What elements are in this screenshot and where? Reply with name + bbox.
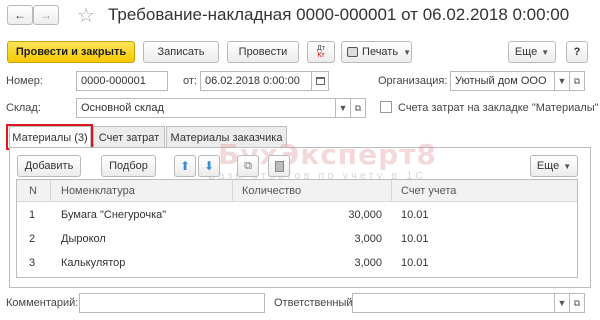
organization-open-button[interactable]: ⧉ [570,71,585,91]
table-row[interactable]: 1 Бумага "Снегурочка" 30,000 10.01 [17,203,577,227]
comment-field[interactable] [79,293,265,313]
cell-quantity: 3,000 [354,233,382,245]
cell-account: 10.01 [401,209,429,221]
dt-kt-icon: Дт Кт [317,45,325,59]
column-header-n[interactable]: N [29,180,37,202]
arrow-left-icon: ← [14,8,26,22]
responsible-label: Ответственный: [274,297,356,309]
chevron-down-icon: ▼ [557,76,567,86]
column-separator [232,180,233,202]
column-separator [50,180,51,202]
forward-button[interactable]: → [33,5,59,25]
responsible-dropdown-button[interactable]: ▼ [555,293,570,313]
column-header-item[interactable]: Номенклатура [61,180,135,202]
favorite-star-icon[interactable]: ☆ [77,3,95,28]
comment-label: Комментарий: [6,297,79,309]
open-icon: ⧉ [573,75,581,86]
cell-item: Калькулятор [61,257,126,269]
warehouse-label: Склад: [6,102,41,114]
table-more-label: Еще [536,160,560,172]
table-header: N Номенклатура Количество Счет учета [17,180,577,202]
cell-account: 10.01 [401,257,429,269]
save-button[interactable]: Записать [143,41,219,63]
open-icon: ⧉ [573,297,581,308]
organization-label: Организация: [378,75,448,87]
column-separator [391,180,392,202]
chevron-down-icon: ▼ [403,47,411,57]
select-button[interactable]: Подбор [101,155,156,177]
more-label: Еще [514,46,538,58]
cell-quantity: 30,000 [348,209,382,221]
chevron-down-icon: ▼ [541,47,550,57]
warehouse-open-button[interactable]: ⧉ [351,98,366,118]
print-button[interactable]: Печать ▼ [341,41,412,63]
organization-dropdown-button[interactable]: ▼ [555,71,570,91]
organization-field[interactable]: Уютный дом ООО [450,71,555,91]
cell-n: 2 [29,233,36,245]
clipboard-icon [274,160,284,172]
cell-quantity: 3,000 [354,257,382,269]
arrow-down-icon: ⬇ [203,159,215,173]
number-field[interactable]: 0000-000001 [76,71,168,91]
warehouse-field[interactable]: Основной склад [76,98,336,118]
post-button[interactable]: Провести [227,41,299,63]
chevron-down-icon: ▼ [338,103,348,113]
move-down-button[interactable]: ⬇ [198,155,220,177]
calendar-button[interactable] [312,71,329,91]
arrow-up-icon: ⬆ [179,159,191,173]
responsible-open-button[interactable]: ⧉ [570,293,585,313]
arrow-right-icon: → [40,8,52,22]
help-button[interactable]: ? [566,41,588,63]
chevron-down-icon: ▼ [557,298,567,308]
back-button[interactable]: ← [7,5,33,25]
accounts-checkbox-label: Счета затрат на закладке "Материалы" [398,102,599,114]
table-row[interactable]: 3 Калькулятор 3,000 10.01 [17,251,577,275]
cell-account: 10.01 [401,233,429,245]
printer-icon [347,47,359,57]
move-up-button[interactable]: ⬆ [174,155,196,177]
column-header-quantity[interactable]: Количество [242,180,301,202]
table-more-button[interactable]: Еще ▼ [530,155,578,177]
dt-kt-button[interactable]: Дт Кт [307,41,335,63]
date-field[interactable]: 06.02.2018 0:00:00 [200,71,312,91]
table-row[interactable]: 2 Дырокол 3,000 10.01 [17,227,577,251]
paste-row-button[interactable] [268,155,290,177]
materials-table[interactable]: N Номенклатура Количество Счет учета 1 Б… [16,179,578,278]
warehouse-dropdown-button[interactable]: ▼ [336,98,351,118]
page-title: Требование-накладная 0000-000001 от 06.0… [108,5,570,24]
cell-n: 3 [29,257,36,269]
print-label: Печать [362,46,399,58]
column-header-account[interactable]: Счет учета [401,180,456,202]
cell-item: Бумага "Снегурочка" [61,209,167,221]
tab-cost-account[interactable]: Счет затрат [93,126,165,148]
post-and-close-button[interactable]: Провести и закрыть [7,41,135,63]
copy-icon: ⧉ [244,159,252,172]
responsible-field[interactable] [352,293,555,313]
copy-row-button[interactable]: ⧉ [237,155,259,177]
add-row-button[interactable]: Добавить [17,155,81,177]
accounts-checkbox[interactable] [380,101,392,113]
cell-item: Дырокол [61,233,106,245]
chevron-down-icon: ▼ [563,161,572,171]
date-label: от: [183,75,197,87]
open-icon: ⧉ [354,102,362,113]
cell-n: 1 [29,209,36,221]
calendar-icon [315,77,325,85]
number-label: Номер: [6,75,43,87]
more-button[interactable]: Еще ▼ [508,41,556,63]
